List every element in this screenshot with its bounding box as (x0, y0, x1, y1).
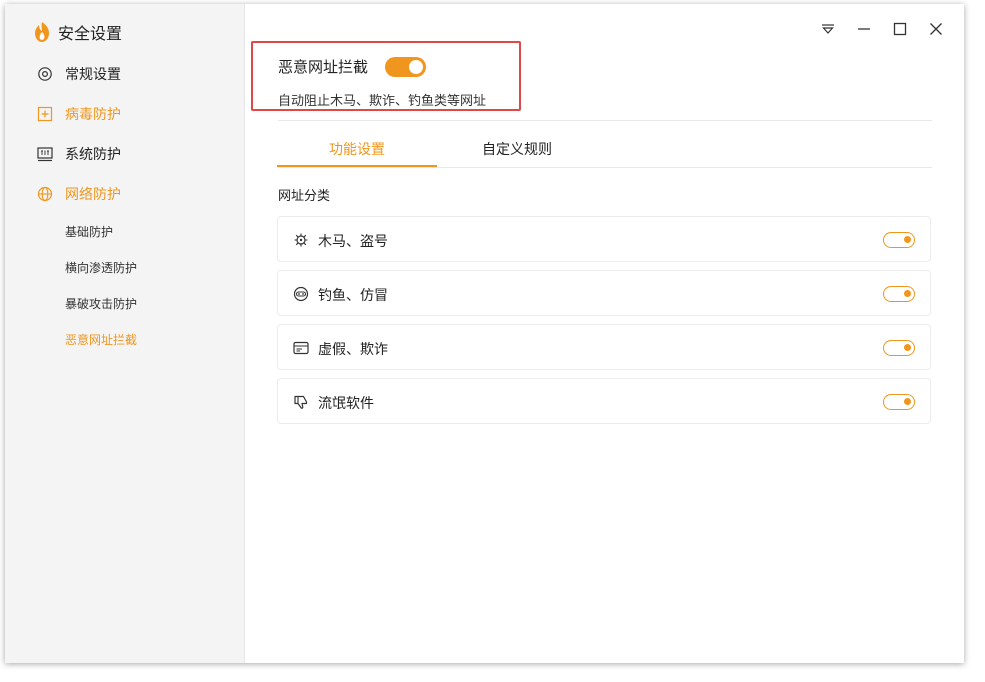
sidebar-item-label: 网络防护 (65, 187, 121, 203)
app-header: 安全设置 (33, 20, 122, 44)
card-icon (293, 341, 309, 355)
dropdown-icon (822, 24, 834, 34)
tab-custom-rules[interactable]: 自定义规则 (437, 139, 597, 167)
settings-window: 安全设置 常规设置 病毒防护 系统防护 网络防护 基础防护 横向渗透防护 暴破攻… (5, 4, 964, 663)
category-toggle-phishing[interactable] (883, 286, 915, 302)
globe-icon (37, 186, 53, 202)
toggle-knob (904, 344, 911, 351)
maximize-icon (893, 22, 907, 36)
toggle-knob (409, 60, 423, 74)
category-label: 木马、盗号 (318, 234, 388, 250)
sidebar-item-network-protection[interactable]: 网络防护 (37, 182, 121, 206)
category-toggle-fraud[interactable] (883, 340, 915, 356)
sidebar-item-general[interactable]: 常规设置 (37, 62, 121, 86)
category-label: 钓鱼、仿冒 (318, 288, 388, 304)
category-label: 虚假、欺诈 (318, 342, 388, 358)
feature-master-toggle[interactable] (385, 57, 426, 77)
close-icon (930, 23, 942, 35)
sidebar-subitem-basic-protection[interactable]: 基础防护 (65, 221, 113, 241)
close-button[interactable] (927, 20, 945, 38)
sidebar-subitem-lateral-protection[interactable]: 横向渗透防护 (65, 257, 137, 277)
category-label: 流氓软件 (318, 396, 374, 412)
plus-box-icon (37, 106, 53, 122)
flame-shield-logo-icon (35, 22, 49, 42)
gear-icon (38, 67, 52, 81)
category-toggle-trojan[interactable] (883, 232, 915, 248)
system-icon (37, 147, 53, 162)
toggle-knob (904, 398, 911, 405)
toggle-knob (904, 290, 911, 297)
minimize-button[interactable] (855, 20, 873, 38)
thumb-down-icon (294, 395, 308, 409)
sidebar-item-virus-protection[interactable]: 病毒防护 (37, 102, 121, 126)
dropdown-button[interactable] (819, 20, 837, 38)
category-card-rogue-software: 流氓软件 (277, 378, 931, 424)
feature-title: 恶意网址拦截 (278, 58, 369, 76)
sidebar-item-label: 病毒防护 (65, 107, 121, 123)
tab-function-settings[interactable]: 功能设置 (277, 139, 437, 167)
minimize-icon (858, 28, 870, 30)
app-title: 安全设置 (58, 24, 123, 43)
category-toggle-rogue-software[interactable] (883, 394, 915, 410)
category-card-fraud: 虚假、欺诈 (277, 324, 931, 370)
section-label: 网址分类 (278, 189, 331, 204)
category-card-phishing: 钓鱼、仿冒 (277, 270, 931, 316)
mask-icon (293, 286, 309, 302)
virus-icon (294, 233, 308, 247)
sidebar: 安全设置 常规设置 病毒防护 系统防护 网络防护 基础防护 横向渗透防护 暴破攻… (5, 4, 245, 663)
toggle-knob (904, 236, 911, 243)
sidebar-item-label: 系统防护 (65, 147, 121, 163)
maximize-button[interactable] (891, 20, 909, 38)
sidebar-subitem-malicious-url-blocking[interactable]: 恶意网址拦截 (65, 329, 137, 349)
tab-divider (278, 167, 932, 168)
sidebar-item-system-protection[interactable]: 系统防护 (37, 142, 121, 166)
divider (278, 120, 932, 121)
feature-description: 自动阻止木马、欺诈、钓鱼类等网址 (278, 94, 487, 109)
category-card-trojan: 木马、盗号 (277, 216, 931, 262)
sidebar-subitem-bruteforce-protection[interactable]: 暴破攻击防护 (65, 293, 137, 313)
sidebar-item-label: 常规设置 (65, 67, 121, 83)
